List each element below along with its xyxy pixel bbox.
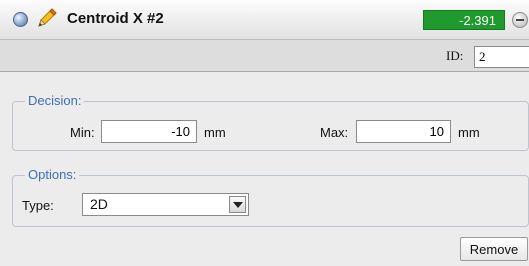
chevron-down-icon[interactable] xyxy=(229,196,246,213)
pencil-icon[interactable] xyxy=(35,8,57,30)
panel-header: Centroid X #2 -2.391 xyxy=(0,0,529,40)
min-input[interactable] xyxy=(101,120,197,143)
max-label: Max: xyxy=(320,125,349,140)
id-label: ID: xyxy=(446,48,464,63)
id-input[interactable] xyxy=(474,46,529,68)
type-label: Type: xyxy=(22,198,54,213)
max-input[interactable] xyxy=(356,120,451,143)
minus-circle-icon[interactable] xyxy=(512,12,528,28)
type-select-value: 2D xyxy=(90,196,108,212)
min-unit-label: mm xyxy=(204,125,226,140)
panel-title: Centroid X #2 xyxy=(67,10,164,27)
decision-legend: Decision: xyxy=(25,93,85,108)
max-unit-label: mm xyxy=(458,125,480,140)
min-label: Min: xyxy=(70,125,95,140)
status-dot-icon[interactable] xyxy=(13,12,28,27)
type-select[interactable]: 2D xyxy=(82,193,249,216)
remove-button[interactable]: Remove xyxy=(460,237,528,261)
options-legend: Options: xyxy=(25,167,80,182)
result-value-badge: -2.391 xyxy=(423,10,505,30)
